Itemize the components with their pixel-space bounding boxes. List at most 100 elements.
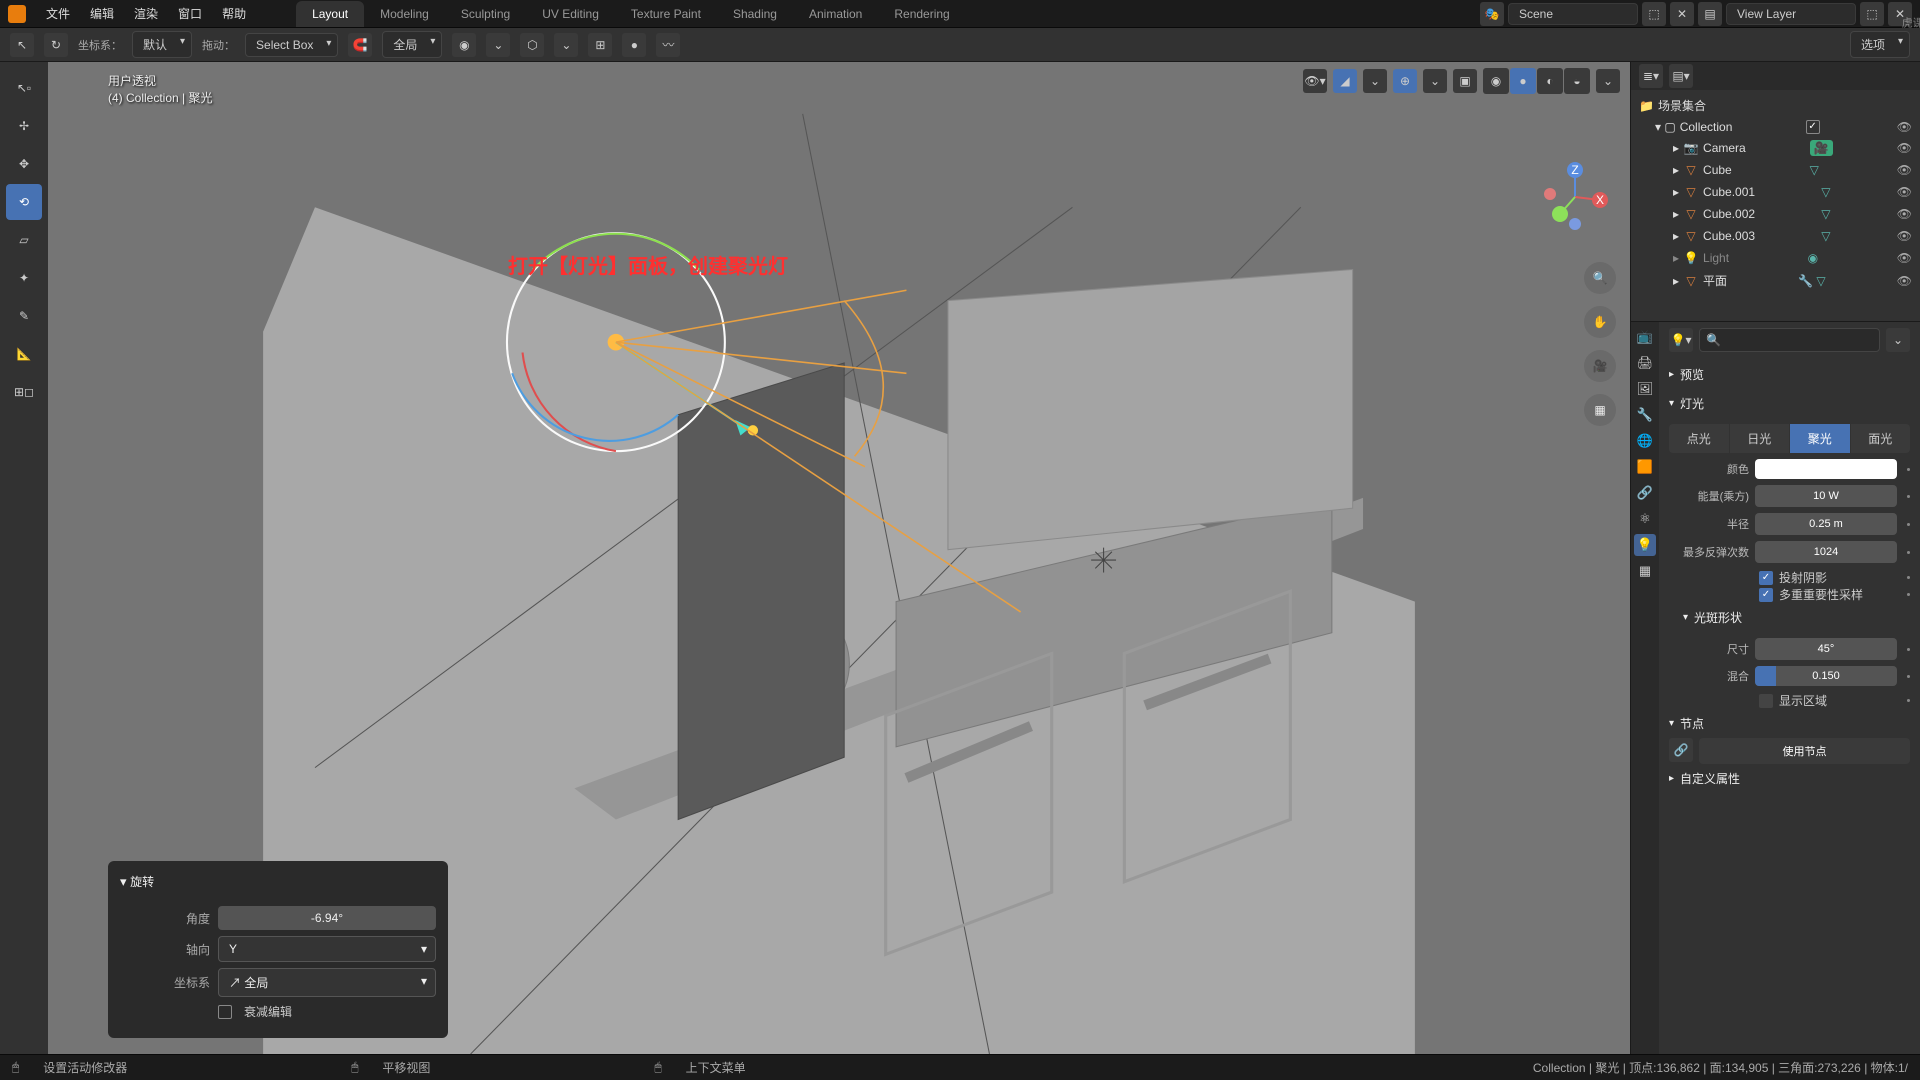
tab-rendering[interactable]: Rendering [878,1,965,27]
view-layer-input[interactable] [1726,3,1856,25]
tool-rotate[interactable]: ⟲ [6,184,42,220]
cube002-row[interactable]: ▸ ▽ Cube.002▽👁 [1631,203,1920,225]
tool-annotate[interactable]: ✎ [6,298,42,334]
cube001-row[interactable]: ▸ ▽ Cube.001▽👁 [1631,181,1920,203]
tool-move[interactable]: ✥ [6,146,42,182]
navigation-gizmo[interactable]: Z X [1540,162,1610,232]
eye-icon[interactable]: 👁 [1897,141,1912,155]
show-cone-checkbox[interactable] [1759,694,1773,708]
tab-shading[interactable]: Shading [717,1,793,27]
filter-icon[interactable]: ▤▾ [1669,64,1693,88]
camera-view-icon[interactable]: 🎥 [1584,350,1616,382]
camera-row[interactable]: ▸ 📷 Camera🎥👁 [1631,137,1920,159]
color-swatch[interactable] [1755,459,1897,479]
eye-icon[interactable]: 👁 [1897,163,1912,177]
ortho-icon[interactable]: ▦ [1584,394,1616,426]
eye-icon[interactable]: 👁 [1897,185,1912,199]
proptab-physics[interactable]: ⚛ [1634,508,1656,530]
plane-row[interactable]: ▸ ▽ 平面🔧 ▽👁 [1631,269,1920,292]
proptab-constraints[interactable]: 🔗 [1634,482,1656,504]
eye-icon[interactable]: 👁 [1897,120,1912,134]
axis-select[interactable]: Y [218,936,436,962]
eye-icon[interactable]: 👁 [1897,274,1912,288]
drag-dropdown[interactable]: Select Box [245,33,338,57]
orbit-icon[interactable]: ↻ [44,33,68,57]
proptab-world[interactable]: 🌐 [1634,430,1656,452]
collection-checkbox[interactable] [1806,120,1820,134]
tab-uv[interactable]: UV Editing [526,1,615,27]
menu-render[interactable]: 渲染 [124,1,168,26]
shadow-checkbox[interactable]: ✓ [1759,571,1773,585]
use-nodes-button[interactable]: 使用节点 [1699,738,1910,764]
outliner-mode-icon[interactable]: ≣▾ [1639,64,1663,88]
angle-input[interactable]: -6.94° [218,906,436,930]
tab-sculpting[interactable]: Sculpting [445,1,526,27]
tab-layout[interactable]: Layout [296,1,364,27]
eye-icon[interactable]: 👁 [1897,207,1912,221]
proptab-output[interactable]: 🖨 [1634,352,1656,374]
grid-icon[interactable]: ⊞ [588,33,612,57]
scene-browse-icon[interactable]: 🎭 [1480,2,1504,26]
blend-slider[interactable]: 0.150 [1755,666,1897,686]
menu-window[interactable]: 窗口 [168,1,212,26]
coord-sys-select[interactable]: ↗ 全局 [218,968,436,997]
proptab-scene[interactable]: 🔧 [1634,404,1656,426]
cursor-tool-icon[interactable]: ↖ [10,33,34,57]
light-type-spot[interactable]: 聚光 [1790,424,1850,453]
light-row[interactable]: ▸ 💡 Light◉👁 [1631,247,1920,269]
curve-icon[interactable]: 〰 [656,33,680,57]
decay-checkbox[interactable] [218,1005,232,1019]
snap-icon[interactable]: 🧲 [348,33,372,57]
proptab-data[interactable]: 💡 [1634,534,1656,556]
radius-input[interactable]: 0.25 m [1755,513,1897,535]
mis-checkbox[interactable]: ✓ [1759,588,1773,602]
spot-shape-section[interactable]: 光斑形状 [1669,603,1910,632]
new-scene-icon[interactable]: ⬚ [1642,2,1666,26]
tool-cursor[interactable]: ✢ [6,108,42,144]
snap-toggle-icon[interactable]: ⬡ [520,33,544,57]
custom-props-section[interactable]: 自定义属性 [1669,764,1910,793]
operator-title[interactable]: ▾ 旋转 [120,873,436,900]
power-input[interactable]: 10 W [1755,485,1897,507]
proptab-render[interactable]: 📺 [1634,326,1656,348]
scene-collection-row[interactable]: 📁 场景集合 [1631,94,1920,117]
3d-viewport[interactable]: ▫ 物体模式 视图 选择 添加 物体 👁▾ ◢ ⌄ ⊕ ⌄ ▣ ◉ ● ◐ ◒ … [48,62,1630,1054]
snap-type-icon[interactable]: ⌄ [554,33,578,57]
orientation-dropdown[interactable]: 默认 [132,31,192,58]
tool-measure[interactable]: 📐 [6,336,42,372]
tool-select[interactable]: ↖▫ [6,70,42,106]
menu-file[interactable]: 文件 [36,1,80,26]
node-link-icon[interactable]: 🔗 [1669,738,1693,762]
light-type-sun[interactable]: 日光 [1730,424,1790,453]
collection-row[interactable]: ▾ ▢ Collection👁 [1631,117,1920,137]
proptab-texture[interactable]: ▦ [1634,560,1656,582]
proportional-icon[interactable]: ◉ [452,33,476,57]
datablock-icon[interactable]: 💡▾ [1669,328,1693,352]
menu-help[interactable]: 帮助 [212,1,256,26]
light-type-area[interactable]: 面光 [1851,424,1911,453]
bounces-input[interactable]: 1024 [1755,541,1897,563]
delete-scene-icon[interactable]: ✕ [1670,2,1694,26]
prop-type-icon[interactable]: ⌄ [486,33,510,57]
options-dropdown[interactable]: 选项 [1850,31,1910,58]
shape-icon[interactable]: ● [622,33,646,57]
layer-browse-icon[interactable]: ▤ [1698,2,1722,26]
menu-edit[interactable]: 编辑 [80,1,124,26]
tool-add-cube[interactable]: ⊞◻ [6,374,42,410]
preview-section[interactable]: 预览 [1669,360,1910,389]
pivot-dropdown[interactable]: 全局 [382,31,442,58]
light-type-point[interactable]: 点光 [1669,424,1729,453]
cube-row[interactable]: ▸ ▽ Cube▽👁 [1631,159,1920,181]
new-layer-icon[interactable]: ⬚ [1860,2,1884,26]
proptab-object[interactable]: 🟧 [1634,456,1656,478]
spot-size-input[interactable]: 45° [1755,638,1897,660]
cube003-row[interactable]: ▸ ▽ Cube.003▽👁 [1631,225,1920,247]
pan-icon[interactable]: ✋ [1584,306,1616,338]
pin-icon[interactable]: ⌄ [1886,328,1910,352]
nodes-section[interactable]: 节点 [1669,709,1910,738]
tool-scale[interactable]: ▱ [6,222,42,258]
eye-icon[interactable]: 👁 [1897,251,1912,265]
zoom-icon[interactable]: 🔍 [1584,262,1616,294]
tool-transform[interactable]: ✦ [6,260,42,296]
tab-texture[interactable]: Texture Paint [615,1,717,27]
